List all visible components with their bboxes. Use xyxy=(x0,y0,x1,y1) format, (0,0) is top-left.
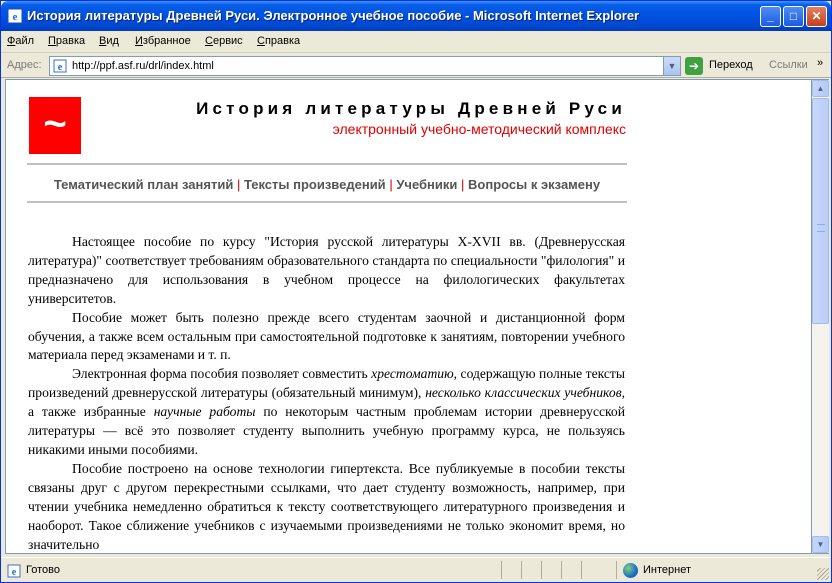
go-label: Переход xyxy=(709,59,753,71)
address-dropdown-icon[interactable]: ▼ xyxy=(663,57,680,75)
window-title: История литературы Древней Руси. Электро… xyxy=(27,8,640,23)
menu-bar: Файл Правка Вид Избранное Сервис Справка xyxy=(1,31,831,78)
nav-link-texts[interactable]: Тексты произведений xyxy=(244,177,386,192)
paragraph-1: Настоящее пособие по курсу "История русс… xyxy=(28,234,625,306)
site-nav: Тематический план занятий | Тексты произ… xyxy=(27,177,627,192)
go-button[interactable]: ➔ Переход xyxy=(685,57,765,75)
address-input[interactable]: e http://ppf.asf.ru/drl/index.html ▼ xyxy=(49,56,681,76)
status-divider xyxy=(616,561,617,579)
scroll-thumb[interactable] xyxy=(812,98,829,324)
menu-view[interactable]: Вид xyxy=(99,35,119,47)
divider-bottom xyxy=(27,201,627,203)
page-viewport: ~ История литературы Древней Руси электр… xyxy=(5,79,812,554)
page-icon: e xyxy=(53,59,67,73)
paragraph-2: Пособие может быть полезно прежде всего … xyxy=(28,309,625,363)
minimize-button[interactable]: _ xyxy=(760,6,781,27)
status-divider xyxy=(561,561,562,579)
ie-window: e История литературы Древней Руси. Элект… xyxy=(0,0,832,583)
status-divider xyxy=(541,561,542,579)
menu-help[interactable]: Справка xyxy=(257,35,300,47)
nav-link-plan[interactable]: Тематический план занятий xyxy=(54,177,233,192)
status-divider xyxy=(521,561,522,579)
status-bar: e Готово Интернет xyxy=(1,557,831,582)
paragraph-3-text: Электронная форма пособия позволяет совм… xyxy=(72,366,372,382)
maximize-button[interactable]: □ xyxy=(783,6,804,27)
ie-icon: e xyxy=(7,8,23,24)
menu-favorites[interactable]: Избранное xyxy=(135,35,191,47)
status-text: Готово xyxy=(26,564,60,576)
status-divider xyxy=(501,561,502,579)
internet-globe-icon xyxy=(623,563,638,578)
site-subtitle: электронный учебно-методический комплекс xyxy=(332,121,626,137)
emphasis-textbooks: несколько классических учебников xyxy=(425,385,622,401)
links-chevron-icon[interactable]: » xyxy=(817,57,823,69)
scroll-down-icon[interactable]: ▼ xyxy=(812,536,829,553)
menu-edit[interactable]: Правка xyxy=(48,35,85,47)
intro-text: Настоящее пособие по курсу "История русс… xyxy=(28,233,625,553)
emphasis-anthology: хрестоматию xyxy=(371,366,454,382)
address-url: http://ppf.asf.ru/drl/index.html xyxy=(72,60,214,72)
emphasis-research: научные работы xyxy=(153,404,256,420)
svg-text:e: e xyxy=(58,62,63,73)
nav-separator: | xyxy=(236,177,244,192)
svg-text:e: e xyxy=(13,11,18,23)
svg-text:e: e xyxy=(12,567,17,578)
security-zone: Интернет xyxy=(643,564,691,576)
site-title: История литературы Древней Руси xyxy=(196,99,626,118)
scroll-up-icon[interactable]: ▲ xyxy=(812,80,829,97)
status-divider xyxy=(581,561,582,579)
title-bar[interactable]: e История литературы Древней Руси. Элект… xyxy=(1,1,831,31)
paragraph-3: Электронная форма пособия позволяет совм… xyxy=(28,365,625,460)
nav-link-exam-questions[interactable]: Вопросы к экзамену xyxy=(468,177,600,192)
resize-grip-icon[interactable] xyxy=(817,568,829,580)
close-button[interactable]: ✕ xyxy=(806,6,827,27)
menu-tools[interactable]: Сервис xyxy=(205,35,243,47)
site-logo: ~ xyxy=(29,97,81,154)
links-label[interactable]: Ссылки xyxy=(769,59,808,71)
go-arrow-icon: ➔ xyxy=(685,57,703,75)
page-done-icon: e xyxy=(7,564,21,578)
address-bar: Адрес: e http://ppf.asf.ru/drl/index.htm… xyxy=(1,54,831,78)
menu-file[interactable]: Файл xyxy=(7,35,34,47)
paragraph-4: Пособие построено на основе технологии г… xyxy=(28,460,625,552)
divider-top xyxy=(27,163,627,165)
nav-link-textbooks[interactable]: Учебники xyxy=(396,177,457,192)
vertical-scrollbar[interactable]: ▲ ▼ xyxy=(812,79,829,554)
scroll-grip-icon xyxy=(817,224,825,232)
nav-separator: | xyxy=(461,177,469,192)
address-label: Адрес: xyxy=(7,59,42,71)
